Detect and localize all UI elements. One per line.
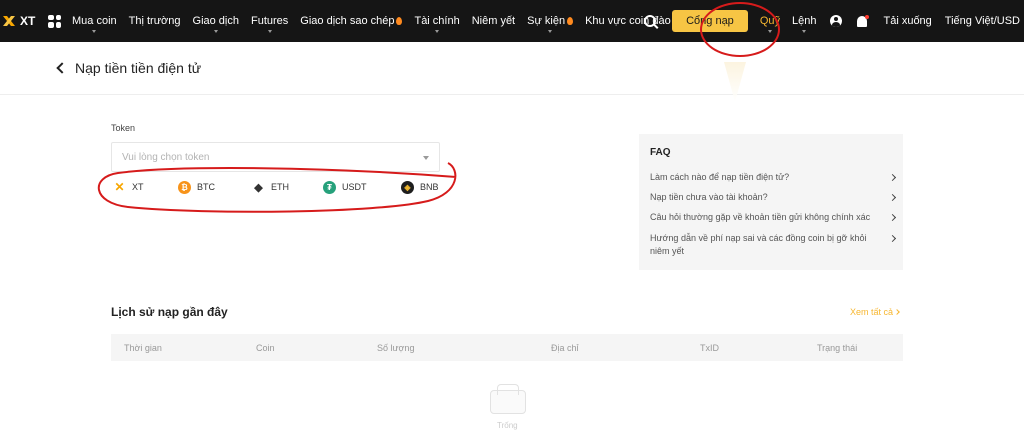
coin-symbol: USDT [342,182,367,192]
fire-icon [567,17,574,25]
search-icon[interactable] [644,15,657,27]
eth-icon: ◆ [254,181,263,194]
nav-events[interactable]: Sự kiện [527,15,574,33]
history-table-header: Thời gian Coin Số lượng Địa chỉ TxID Trạ… [111,334,903,361]
nav-label: Giao dịch sao chép [300,15,395,27]
back-arrow-icon[interactable] [56,62,68,74]
xt-icon: ✕ [114,180,125,194]
nav-label: Futures [251,15,289,27]
token-label: Token [111,123,136,133]
bnb-icon: ◈ [401,180,414,194]
faq-item-text: Hướng dẫn về phí nạp sai và các đồng coi… [650,233,867,256]
nav-label: Thị trường [128,15,181,27]
caret-down-icon [213,30,218,33]
quick-coin-usdt[interactable]: ₮ USDT [323,180,401,194]
chevron-right-icon [888,193,897,202]
faq-item[interactable]: Nạp tiền chưa vào tài khoản? [650,191,897,204]
chevron-down-icon [423,156,429,160]
faq-item[interactable]: Hướng dẫn về phí nạp sai và các đồng coi… [650,232,897,258]
history-title: Lịch sử nạp gần đây [111,305,228,319]
column-header: TxID [700,343,719,353]
usdt-icon: ₮ [323,180,336,194]
column-header: Trạng thái [817,343,858,353]
nav-orders[interactable]: Lệnh [792,15,817,33]
top-nav-right: Cổng nạp Quỹ Lệnh Tải xuống Tiếng Việt/U… [644,0,1024,42]
nav-futures[interactable]: Futures [251,15,289,33]
token-select[interactable]: Vui lòng chọn token [111,142,440,172]
chevron-right-icon [888,213,897,222]
nav-fund[interactable]: Quỹ [759,15,780,33]
coin-symbol: BNB [420,182,439,192]
xt-logo[interactable]: XT [2,14,40,28]
bell-icon[interactable] [857,14,870,27]
faq-title: FAQ [650,147,671,158]
nav-label: Niêm yết [471,15,516,27]
faq-item-text: Nạp tiền chưa vào tài khoản? [650,192,768,202]
user-avatar-icon[interactable] [830,15,843,27]
caret-down-icon [767,30,772,33]
btc-icon: ₿ [178,180,191,194]
caret-down-icon [435,30,440,33]
top-nav-bar: XT Mua coin Thị trường Giao dịch Futures… [0,0,1024,42]
logo-text: XT [20,14,36,28]
caret-down-icon [267,30,272,33]
nav-listing[interactable]: Niêm yết [472,15,515,27]
faq-item-text: Làm cách nào để nạp tiền điện tử? [650,172,790,182]
nav-markets[interactable]: Thị trường [129,15,181,27]
faq-item[interactable]: Câu hỏi thường gặp về khoản tiền gửi khô… [650,211,897,224]
faq-item-text: Câu hỏi thường gặp về khoản tiền gửi khô… [650,212,871,222]
nav-language[interactable]: Tiếng Việt/USD [945,15,1020,27]
nav-trade[interactable]: Giao dịch [192,15,239,33]
quick-coin-eth[interactable]: ◆ ETH [252,181,323,194]
nav-label: Sự kiện [527,15,566,27]
quick-coin-list: ✕ XT ₿ BTC ◆ ETH ₮ USDT ◈ BNB [113,178,439,196]
nav-label: Giao dịch [192,15,239,27]
nav-copy-trading[interactable]: Giao dịch sao chép [300,15,403,27]
nav-label: Tài chính [414,15,460,27]
quick-coin-xt[interactable]: ✕ XT [113,180,178,194]
token-select-placeholder: Vui lòng chọn token [122,151,210,163]
column-header: Thời gian [124,343,162,353]
chevron-right-icon [888,173,897,182]
quick-coin-bnb[interactable]: ◈ BNB [401,180,439,194]
caret-down-icon [548,30,553,33]
apps-grid-icon[interactable] [48,14,61,28]
coin-symbol: BTC [197,182,215,192]
faq-item[interactable]: Làm cách nào để nạp tiền điện tử? [650,171,897,184]
nav-download[interactable]: Tải xuống [883,15,931,27]
page-title: Nạp tiền tiền điện tử [75,60,202,76]
caret-down-icon [92,30,97,33]
column-header: Coin [256,343,275,353]
column-header: Số lượng [377,343,415,353]
view-all-link[interactable]: Xem tất cả [850,307,900,317]
fire-icon [396,17,403,25]
caret-down-icon [802,30,807,33]
faq-panel: FAQ Làm cách nào để nạp tiền điện tử? Nạ… [639,134,903,270]
notification-dot [865,14,870,19]
empty-inbox-icon [490,384,526,414]
quick-coin-btc[interactable]: ₿ BTC [178,180,252,194]
chevron-right-icon [888,234,897,243]
nav-finance[interactable]: Tài chính [414,15,460,33]
xt-logo-icon [3,16,15,26]
nav-label: Quỹ [759,15,780,27]
coin-symbol: ETH [271,182,289,192]
view-all-label: Xem tất cả [850,307,894,317]
nav-label: Mua coin [72,15,117,27]
nav-buy-coin[interactable]: Mua coin [72,15,117,33]
column-header: Địa chỉ [551,343,579,353]
nav-label: Lệnh [792,15,817,27]
page-header: Nạp tiền tiền điện tử [0,42,1024,95]
chevron-right-icon [894,309,900,315]
deposit-button[interactable]: Cổng nạp [672,10,748,32]
coin-symbol: XT [132,182,144,192]
